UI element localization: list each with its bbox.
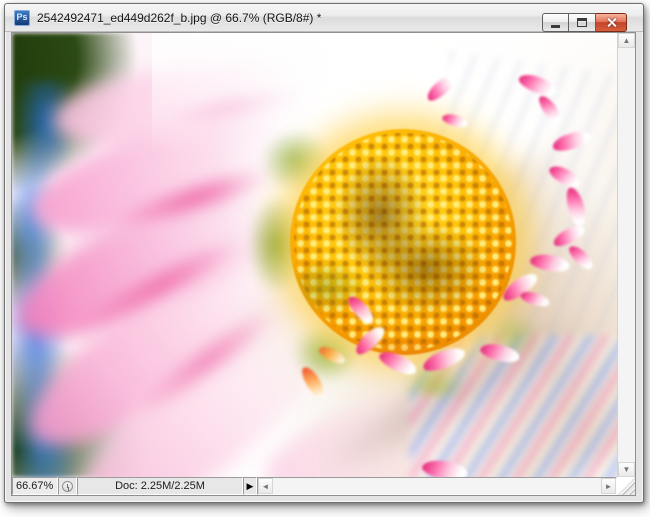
title-bar[interactable]: Ps 2542492471_ed449d262f_b.jpg @ 66.7% (… bbox=[5, 4, 643, 32]
window-resize-grip[interactable] bbox=[617, 477, 635, 495]
window-controls bbox=[542, 13, 627, 32]
status-bar: Doc: 2.25M/2.25M ▶ ◄ ► bbox=[12, 477, 617, 495]
flower-center-shadow bbox=[290, 129, 516, 355]
canvas-image[interactable] bbox=[12, 33, 617, 477]
photoshop-document-window: Ps 2542492471_ed449d262f_b.jpg @ 66.7% (… bbox=[4, 3, 644, 503]
horizontal-scrollbar[interactable]: ◄ ► bbox=[257, 477, 617, 495]
window-title: 2542492471_ed449d262f_b.jpg @ 66.7% (RGB… bbox=[37, 10, 322, 25]
vertical-scroll-track[interactable] bbox=[618, 48, 635, 462]
screenshot-stage: Ps 2542492471_ed449d262f_b.jpg @ 66.7% (… bbox=[0, 0, 650, 517]
document-size-text: Doc: 2.25M/2.25M bbox=[115, 480, 205, 492]
document-size-panel: Doc: 2.25M/2.25M bbox=[77, 477, 243, 495]
scroll-up-icon[interactable]: ▲ bbox=[618, 33, 635, 48]
close-icon bbox=[606, 17, 617, 28]
maximize-icon bbox=[577, 18, 587, 27]
photoshop-app-icon[interactable]: Ps bbox=[14, 9, 30, 26]
document-client-area: ▲ ▼ Doc: 2.25M/2.25M ▶ ◄ ► bbox=[11, 32, 636, 496]
clock-icon bbox=[62, 480, 73, 492]
close-button[interactable] bbox=[596, 13, 627, 32]
zoom-level-input[interactable] bbox=[12, 477, 58, 495]
scroll-right-icon[interactable]: ► bbox=[601, 478, 616, 494]
maximize-button[interactable] bbox=[569, 13, 596, 32]
scroll-down-icon[interactable]: ▼ bbox=[618, 462, 635, 477]
status-popup-arrow-button[interactable]: ▶ bbox=[243, 477, 257, 495]
scroll-left-icon[interactable]: ◄ bbox=[258, 478, 273, 494]
vertical-scrollbar[interactable]: ▲ ▼ bbox=[617, 33, 635, 477]
status-clock-cell bbox=[58, 477, 77, 495]
minimize-button[interactable] bbox=[542, 13, 569, 32]
popup-arrow-icon: ▶ bbox=[246, 480, 254, 491]
minimize-icon bbox=[551, 24, 560, 28]
horizontal-scroll-track[interactable] bbox=[273, 478, 601, 494]
flower-center-disc bbox=[290, 129, 516, 355]
